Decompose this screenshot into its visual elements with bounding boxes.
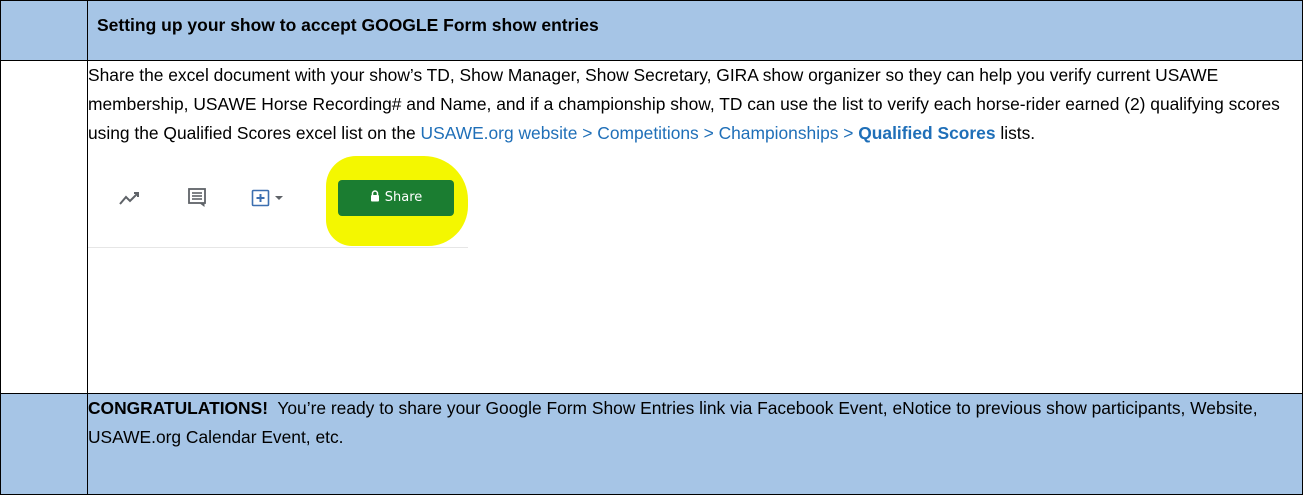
body-left-cell: [0, 60, 88, 394]
footer-row: CONGRATULATIONS! You’re ready to share y…: [0, 392, 1303, 495]
header-row: Setting up your show to accept GOOGLE Fo…: [0, 0, 1303, 62]
instruction-table: Setting up your show to accept GOOGLE Fo…: [0, 0, 1303, 495]
lock-icon: [370, 190, 379, 202]
section-title: Setting up your show to accept GOOGLE Fo…: [97, 15, 599, 35]
paragraph-end: lists.: [995, 123, 1036, 144]
chevron-down-icon[interactable]: [274, 195, 284, 201]
footer-left-cell: [0, 392, 88, 495]
body-cell: Share the excel document with your show’…: [87, 60, 1303, 394]
present-icon[interactable]: [251, 188, 271, 208]
header-left-cell: [0, 0, 88, 62]
usawe-website-link[interactable]: USAWE.org website > Competitions > Champ…: [421, 123, 859, 143]
trend-icon: [119, 192, 139, 205]
qualified-scores-link[interactable]: Qualified Scores: [858, 123, 995, 143]
footer-cell: CONGRATULATIONS! You’re ready to share y…: [87, 392, 1303, 495]
instruction-paragraph: Share the excel document with your show’…: [88, 61, 1302, 148]
header-cell: Setting up your show to accept GOOGLE Fo…: [87, 0, 1303, 62]
congratulations-paragraph: CONGRATULATIONS! You’re ready to share y…: [88, 394, 1302, 452]
body-row: Share the excel document with your show’…: [0, 60, 1303, 394]
share-button-label: Share: [384, 190, 423, 206]
share-button[interactable]: Share: [338, 180, 454, 217]
sheets-toolbar-screenshot: Share: [88, 150, 468, 249]
comment-icon: [188, 188, 206, 208]
congratulations-heading: CONGRATULATIONS!: [88, 397, 269, 418]
